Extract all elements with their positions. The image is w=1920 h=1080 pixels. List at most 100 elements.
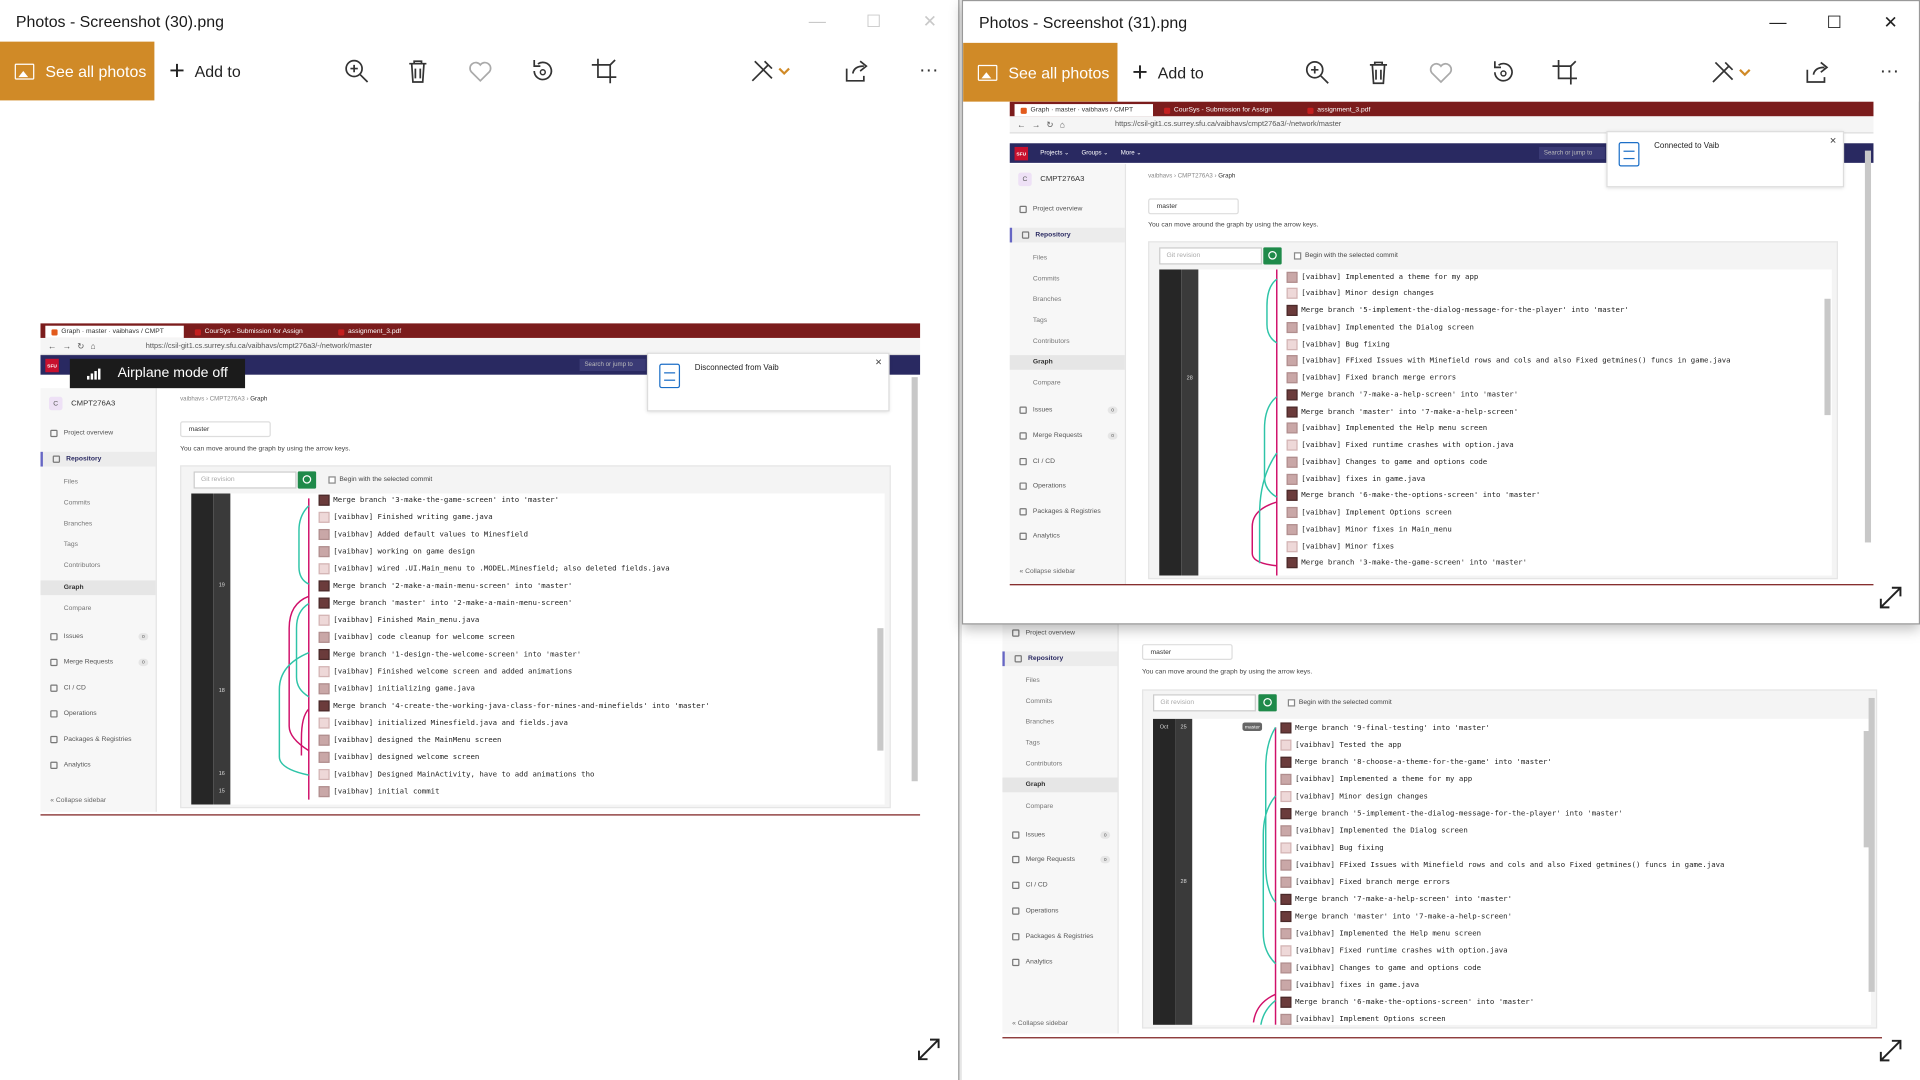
collapse-sidebar[interactable]: « Collapse sidebar [1019, 568, 1075, 575]
commit-row[interactable]: [vaibhav] Implement Options screen [1286, 504, 1452, 521]
sidebar-repository[interactable]: Repository [1009, 227, 1125, 243]
sidebar-project-overview[interactable]: Project overview [1010, 202, 1125, 217]
rotate-icon[interactable] [1489, 58, 1518, 87]
close-button[interactable]: ✕ [1862, 1, 1918, 43]
commit-row[interactable]: [vaibhav] Finished writing game.java [318, 508, 493, 525]
commit-row[interactable]: [vaibhav] wired .UI.Main_menu to .MODEL.… [318, 560, 670, 577]
sidebar-graph[interactable]: Graph [1002, 777, 1118, 793]
delete-icon[interactable] [1364, 58, 1393, 87]
browser-nav-icons[interactable]: ←→↻⌂ [1017, 119, 1066, 130]
toast-close-icon[interactable]: ✕ [1830, 136, 1837, 146]
sidebar-contributors[interactable]: Contributors [1010, 334, 1125, 349]
search-button[interactable] [1258, 694, 1277, 712]
share-icon[interactable] [842, 56, 871, 85]
commit-row[interactable]: [vaibhav] Finished Main_menu.java [318, 611, 479, 628]
sidebar-operations[interactable]: Operations [1002, 904, 1117, 919]
git-revision-input[interactable]: Git revision [193, 471, 297, 489]
nav-more[interactable]: More ⌄ [1121, 149, 1142, 156]
chevron-down-icon[interactable] [776, 56, 793, 85]
graph-scrollbar[interactable] [877, 628, 884, 751]
minimize-button[interactable]: — [789, 0, 845, 42]
notification-toast[interactable]: Disconnected from Vaib ✕ [646, 352, 890, 412]
sidebar-compare[interactable]: Compare [40, 601, 155, 616]
sidebar-compare[interactable]: Compare [1010, 376, 1125, 391]
commit-row[interactable]: [vaibhav] Designed MainActivity, have to… [318, 765, 594, 782]
sidebar-issues[interactable]: Issues 0 [1002, 828, 1117, 843]
commit-row[interactable]: [vaibhav] Tested the app [1280, 736, 1401, 753]
sidebar-contributors[interactable]: Contributors [40, 558, 155, 573]
commit-row[interactable]: [vaibhav] initializing game.java [318, 680, 475, 697]
url-text[interactable]: https://csil-git1.cs.surrey.sfu.ca/vaibh… [1115, 121, 1341, 128]
edit-icon[interactable] [747, 56, 776, 85]
sidebar-commits[interactable]: Commits [1002, 694, 1117, 709]
crumb-owner[interactable]: vaibhavs [180, 396, 204, 403]
sidebar-branches[interactable]: Branches [1002, 715, 1117, 730]
sidebar-ci-cd[interactable]: CI / CD [1002, 878, 1117, 893]
network-graph[interactable]: 19 18 16 15 Merge branch '3-make-the-gam… [191, 493, 885, 805]
more-icon[interactable]: ··· [914, 56, 943, 85]
commit-row[interactable]: [vaibhav] Fixed branch merge errors [1280, 873, 1450, 890]
sidebar-issues[interactable]: Issues 0 [40, 629, 155, 644]
commit-row[interactable]: [vaibhav] FFixed Issues with Minefield r… [1286, 352, 1731, 369]
sidebar-packages[interactable]: Packages & Registries [40, 732, 155, 747]
chevron-down-icon[interactable] [1736, 58, 1753, 87]
commit-row[interactable]: Merge branch '7-make-a-help-screen' into… [1286, 386, 1518, 403]
commit-row[interactable]: [vaibhav] fixes in game.java [1286, 470, 1425, 487]
commit-row[interactable]: [vaibhav] Implemented a theme for my app [1286, 269, 1478, 285]
begin-with-selected-checkbox[interactable]: Begin with the selected commit [1287, 699, 1392, 707]
delete-icon[interactable] [403, 56, 432, 85]
branch-select[interactable]: master [1148, 198, 1239, 215]
browser-tab-coursys[interactable]: CourSys - Submission for Assign [1158, 104, 1296, 116]
sidebar-merge-requests[interactable]: Merge Requests 0 [1002, 852, 1117, 867]
page-scrollbar[interactable] [1864, 150, 1872, 543]
zoom-in-icon[interactable] [342, 56, 371, 85]
branch-select[interactable]: master [1141, 644, 1233, 661]
sidebar-commits[interactable]: Commits [1010, 272, 1125, 287]
sidebar-issues[interactable]: Issues 0 [1010, 403, 1125, 418]
commit-row[interactable]: [vaibhav] Implemented a theme for my app [1280, 770, 1472, 787]
sidebar-project-overview[interactable]: Project overview [1002, 626, 1117, 641]
commit-row[interactable]: Merge branch '6-make-the-options-screen'… [1280, 993, 1534, 1010]
sidebar-files[interactable]: Files [40, 475, 155, 490]
sidebar-operations[interactable]: Operations [1010, 479, 1125, 494]
add-to-button[interactable]: + Add to [1132, 43, 1204, 102]
graph-scrollbar[interactable] [1824, 298, 1831, 416]
sidebar-ci-cd[interactable]: CI / CD [1010, 454, 1125, 469]
sidebar-branches[interactable]: Branches [1010, 293, 1125, 308]
sidebar-files[interactable]: Files [1002, 673, 1117, 688]
close-button[interactable]: ✕ [902, 0, 958, 42]
commit-row[interactable]: Merge branch 'master' into '7-make-a-hel… [1280, 907, 1512, 924]
search-button[interactable] [1263, 247, 1282, 265]
nav-projects[interactable]: Projects ⌄ [1040, 149, 1069, 156]
minimize-button[interactable]: — [1750, 1, 1806, 43]
commit-row[interactable]: [vaibhav] Implemented the Help menu scre… [1280, 924, 1481, 941]
url-text[interactable]: https://csil-git1.cs.surrey.sfu.ca/vaibh… [146, 342, 372, 349]
crumb-owner[interactable]: vaibhavs [1148, 173, 1172, 180]
sfu-logo[interactable]: SFU [45, 358, 59, 372]
commit-row[interactable]: [vaibhav] designed welcome screen [318, 748, 479, 765]
commit-row[interactable]: [vaibhav] fixes in game.java [1280, 976, 1419, 993]
sidebar-contributors[interactable]: Contributors [1002, 757, 1117, 772]
browser-tab-graph[interactable]: Graph · master · vaibhavs / CMPT [45, 325, 184, 338]
checkbox-box[interactable] [328, 476, 336, 484]
network-graph[interactable]: 28 [vaibhav] Implemented a theme for my … [1159, 269, 1832, 576]
sidebar-analytics[interactable]: Analytics [1002, 955, 1117, 970]
sidebar-tags[interactable]: Tags [40, 538, 155, 553]
commit-row[interactable]: [vaibhav] Implemented the Dialog screen [1280, 822, 1468, 839]
maximize-button[interactable]: ☐ [845, 0, 901, 42]
page-scrollbar[interactable] [1868, 697, 1875, 992]
rotate-icon[interactable] [528, 56, 557, 85]
sidebar-analytics[interactable]: Analytics [1010, 529, 1125, 544]
begin-with-selected-checkbox[interactable]: Begin with the selected commit [1293, 252, 1398, 260]
commit-row[interactable]: [vaibhav] Minor design changes [1286, 285, 1434, 302]
branch-select[interactable]: master [180, 421, 271, 438]
commit-row[interactable]: [vaibhav] designed the MainMenu screen [318, 731, 501, 748]
expand-icon[interactable] [1877, 1037, 1904, 1064]
sfu-logo[interactable]: SFU [1014, 146, 1029, 160]
edit-icon[interactable] [1708, 58, 1737, 87]
crop-icon[interactable] [1550, 58, 1579, 87]
sidebar-compare[interactable]: Compare [1002, 800, 1117, 815]
commit-row[interactable]: [vaibhav] Implemented the Help menu scre… [1286, 420, 1487, 437]
network-graph[interactable]: Oct 25 28 master Merge branch '9-final-te… [1153, 718, 1872, 1025]
commit-row[interactable]: Merge branch '1-design-the-welcome-scree… [318, 645, 581, 662]
